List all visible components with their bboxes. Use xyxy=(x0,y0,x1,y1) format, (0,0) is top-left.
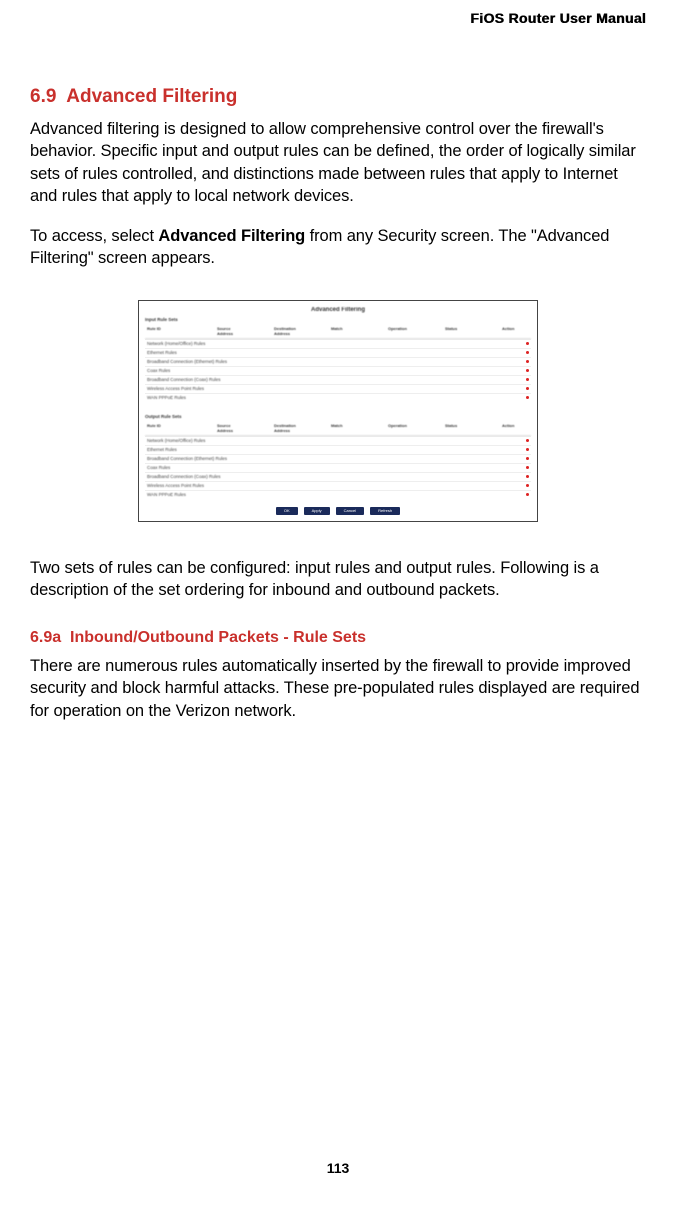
ss-input-row: Wireless Access Point Rules xyxy=(145,384,531,393)
subsection-title: Inbound/Outbound Packets - Rule Sets xyxy=(70,629,366,646)
ss-output-row: Wireless Access Point Rules xyxy=(145,481,531,490)
section-access: To access, select Advanced Filtering fro… xyxy=(30,225,646,270)
ss-button-row: OK Apply Cancel Refresh xyxy=(145,507,531,515)
ss-input-row: WAN PPPoE Rules xyxy=(145,393,531,402)
ss-input-row: Coax Rules xyxy=(145,366,531,375)
page-number: 113 xyxy=(0,1160,676,1176)
subsection-number: 6.9a xyxy=(30,629,61,646)
ss-output-row: Ethernet Rules xyxy=(145,445,531,454)
ss-output-heading: Output Rule Sets xyxy=(145,414,531,419)
screenshot-figure: Advanced Filtering Input Rule Sets Rule … xyxy=(30,300,646,522)
add-icon xyxy=(526,448,529,451)
after-image-text: Two sets of rules can be configured: inp… xyxy=(30,557,646,602)
add-icon xyxy=(526,493,529,496)
ss-input-heading: Input Rule Sets xyxy=(145,317,531,322)
add-icon xyxy=(526,439,529,442)
ss-input-row: Ethernet Rules xyxy=(145,348,531,357)
section-intro: Advanced filtering is designed to allow … xyxy=(30,118,646,207)
add-icon xyxy=(526,351,529,354)
section-number: 6.9 xyxy=(30,86,56,107)
ss-input-row: Broadband Connection (Coax) Rules xyxy=(145,375,531,384)
add-icon xyxy=(526,387,529,390)
cancel-button: Cancel xyxy=(336,507,364,515)
apply-button: Apply xyxy=(304,507,330,515)
add-icon xyxy=(526,475,529,478)
section-title: Advanced Filtering xyxy=(66,86,237,107)
access-pre: To access, select xyxy=(30,227,158,245)
ok-button: OK xyxy=(276,507,298,515)
ss-output-row: Coax Rules xyxy=(145,463,531,472)
add-icon xyxy=(526,378,529,381)
subsection-body: There are numerous rules automatically i… xyxy=(30,655,646,722)
add-icon xyxy=(526,396,529,399)
ss-output-row: WAN PPPoE Rules xyxy=(145,490,531,499)
access-bold: Advanced Filtering xyxy=(158,227,305,245)
ss-output-columns: Rule ID Source Address Destination Addre… xyxy=(145,421,531,436)
add-icon xyxy=(526,466,529,469)
add-icon xyxy=(526,484,529,487)
refresh-button: Refresh xyxy=(370,507,400,515)
ss-output-row: Broadband Connection (Coax) Rules xyxy=(145,472,531,481)
ss-input-row: Broadband Connection (Ethernet) Rules xyxy=(145,357,531,366)
advanced-filtering-screenshot: Advanced Filtering Input Rule Sets Rule … xyxy=(138,300,538,522)
add-icon xyxy=(526,360,529,363)
ss-input-columns: Rule ID Source Address Destination Addre… xyxy=(145,324,531,339)
ss-output-row: Network (Home/Office) Rules xyxy=(145,436,531,445)
ss-input-row: Network (Home/Office) Rules xyxy=(145,339,531,348)
add-icon xyxy=(526,457,529,460)
add-icon xyxy=(526,369,529,372)
subsection-heading: 6.9a Inbound/Outbound Packets - Rule Set… xyxy=(30,629,646,647)
document-header: FiOS Router User Manual xyxy=(30,10,646,26)
add-icon xyxy=(526,342,529,345)
section-heading: 6.9 Advanced Filtering xyxy=(30,86,646,108)
ss-title: Advanced Filtering xyxy=(145,307,531,313)
ss-output-row: Broadband Connection (Ethernet) Rules xyxy=(145,454,531,463)
